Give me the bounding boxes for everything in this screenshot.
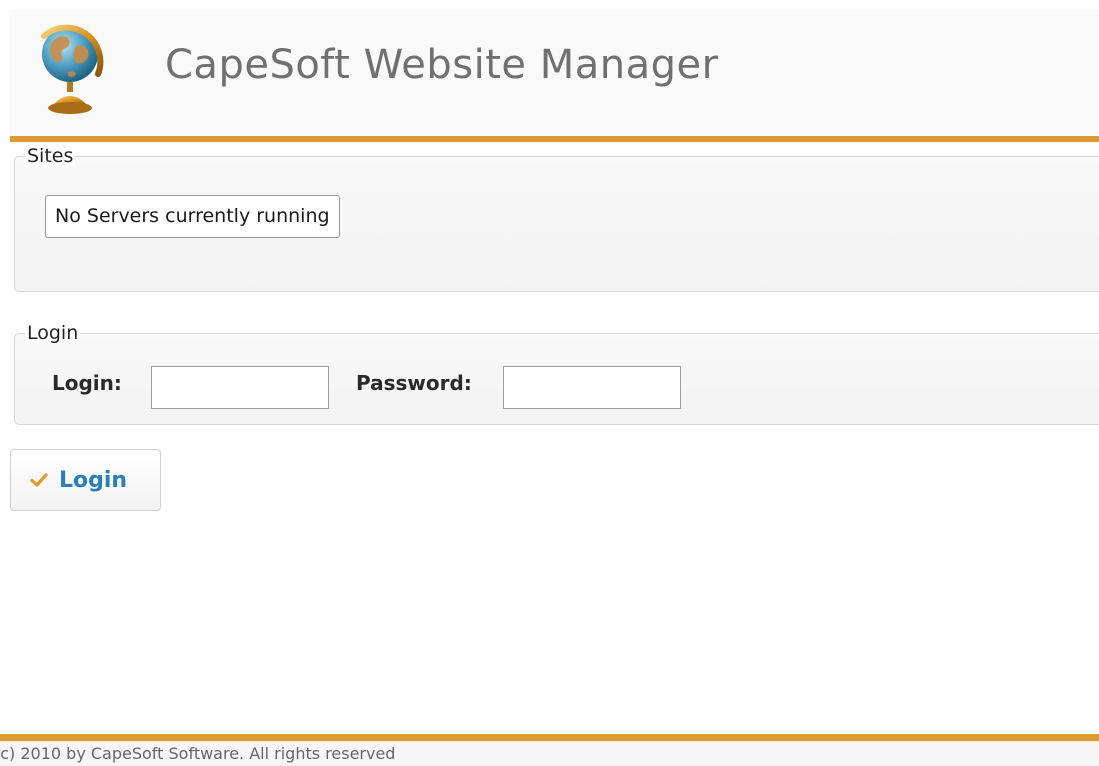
login-button[interactable]: Login [10, 449, 161, 511]
login-fieldset: Login Login: Password: [14, 322, 1099, 425]
globe-icon [41, 24, 104, 114]
copyright-text: (c) 2010 by CapeSoft Software. All right… [0, 744, 396, 763]
password-input[interactable] [503, 366, 681, 409]
login-label: Login: [52, 371, 122, 395]
page: CapeSoft Website Manager Sites No Server… [0, 0, 1099, 766]
check-icon [30, 473, 48, 487]
footer-divider [0, 734, 1099, 741]
header-divider [10, 136, 1099, 142]
server-status-text: No Servers currently running [45, 195, 340, 238]
page-title: CapeSoft Website Manager [165, 42, 719, 88]
password-label: Password: [356, 371, 472, 395]
sites-legend: Sites [25, 145, 76, 167]
login-input[interactable] [151, 366, 329, 409]
sites-fieldset: Sites No Servers currently running [14, 145, 1099, 292]
header: CapeSoft Website Manager [10, 10, 1099, 136]
login-button-label: Login [59, 467, 128, 493]
login-legend: Login [25, 322, 81, 344]
